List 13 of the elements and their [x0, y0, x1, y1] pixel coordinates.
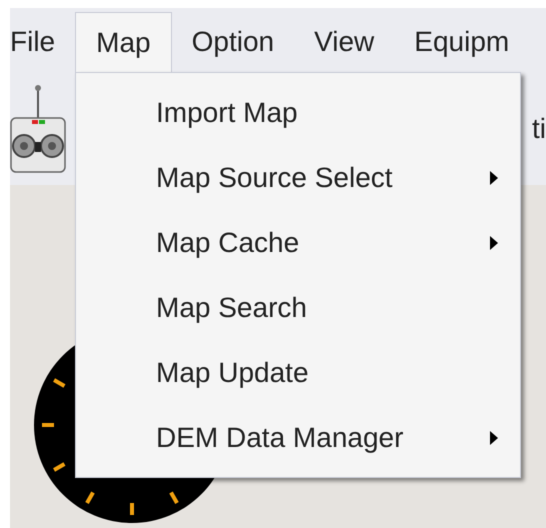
menu-option[interactable]: Map Cache: [76, 210, 520, 275]
menu-item[interactable]: File: [10, 12, 76, 72]
toolbar-label: ti: [532, 112, 546, 146]
menu-option[interactable]: Map Source Select: [76, 145, 520, 210]
menu-option[interactable]: Map Update: [76, 340, 520, 405]
menu-option[interactable]: DEM Data Manager: [76, 405, 520, 470]
menu-item[interactable]: View: [294, 12, 394, 72]
menu-option[interactable]: Map Search: [76, 275, 520, 340]
menu-item[interactable]: Equipm: [394, 12, 530, 72]
menu-item[interactable]: Option: [172, 12, 294, 72]
remote-controller-icon[interactable]: [10, 84, 66, 174]
menu-item[interactable]: Map: [75, 12, 172, 72]
menu-option[interactable]: Import Map: [76, 80, 520, 145]
